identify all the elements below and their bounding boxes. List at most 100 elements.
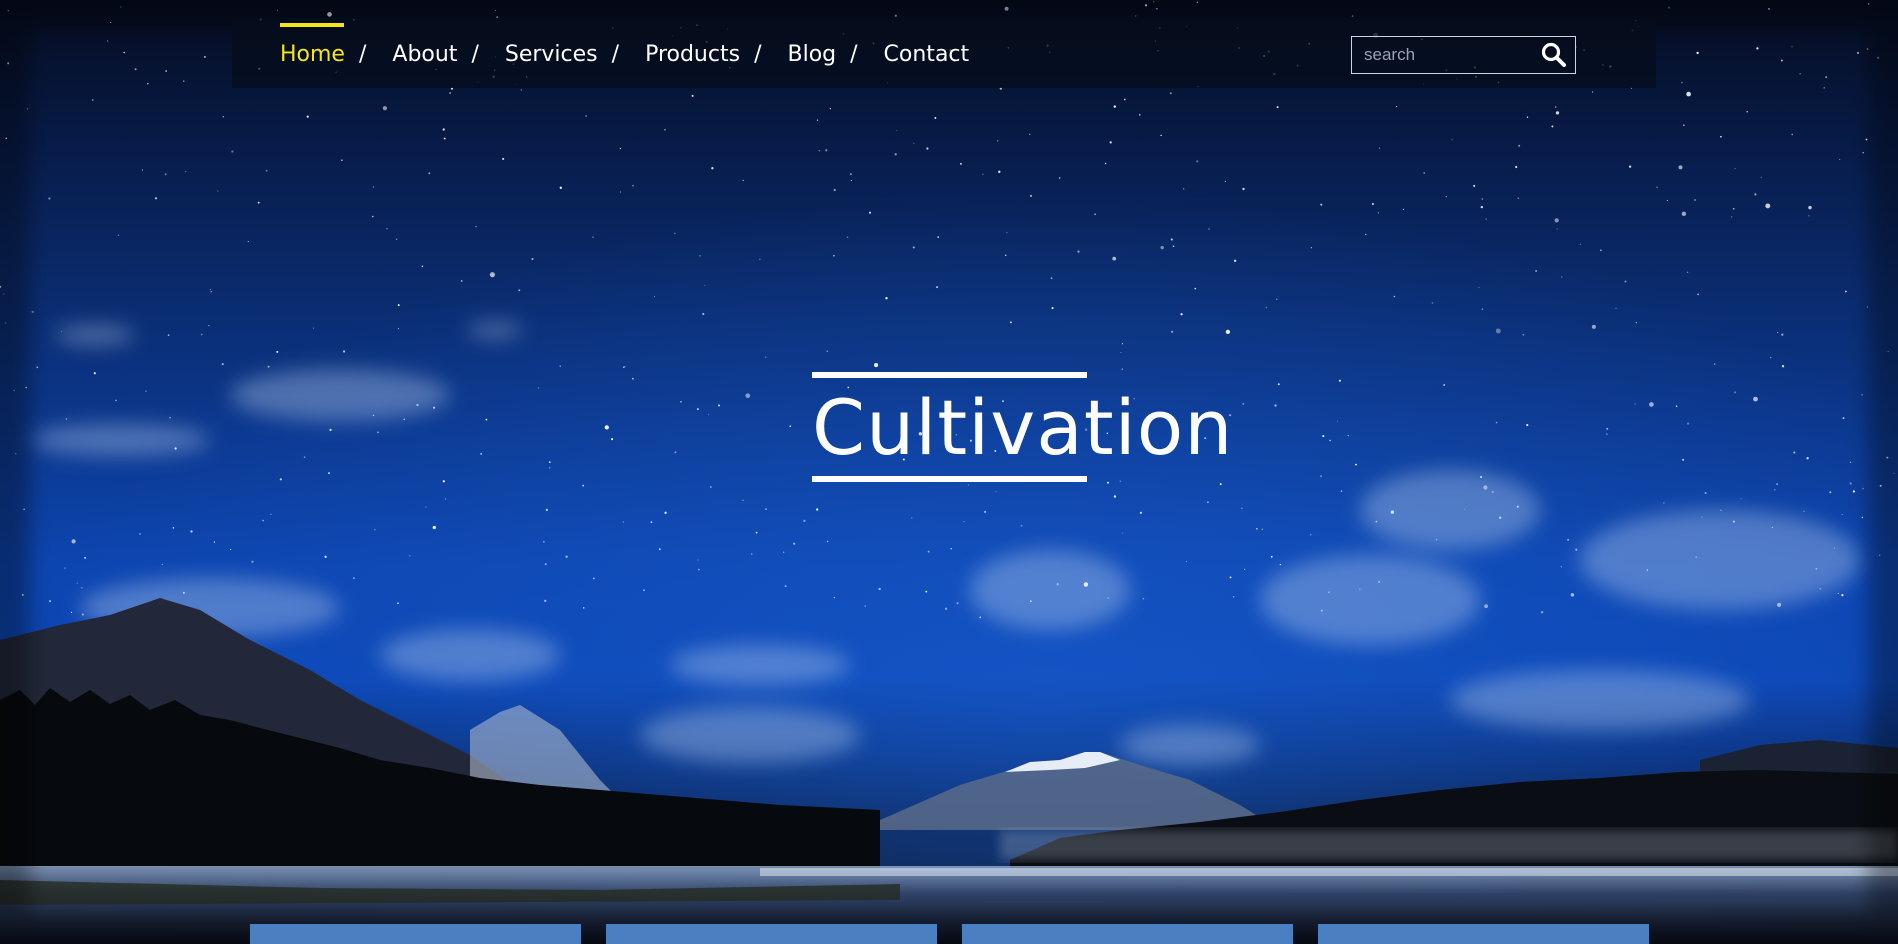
star	[172, 527, 175, 529]
feature-cards	[250, 924, 1649, 944]
star	[428, 172, 431, 175]
nav-item-contact[interactable]: Contact	[884, 42, 970, 67]
star	[167, 334, 170, 336]
star	[742, 499, 744, 501]
star	[1233, 259, 1237, 262]
star	[1704, 492, 1707, 494]
star	[1686, 271, 1689, 274]
star	[84, 557, 86, 559]
feature-card[interactable]	[250, 924, 581, 944]
star	[1606, 427, 1609, 430]
nav-item-services[interactable]: Services	[505, 42, 598, 67]
star	[1774, 489, 1776, 491]
star	[395, 238, 398, 240]
star	[833, 188, 836, 192]
nav-item-products[interactable]: Products	[645, 42, 740, 67]
star	[1694, 199, 1696, 201]
star	[1122, 532, 1124, 534]
star	[1656, 186, 1658, 189]
star	[372, 186, 375, 188]
star	[444, 498, 447, 500]
star	[147, 82, 149, 85]
star	[654, 295, 656, 298]
star	[1713, 363, 1716, 365]
search-button[interactable]	[1539, 41, 1569, 69]
star	[329, 428, 332, 432]
star	[710, 486, 712, 488]
star	[1445, 196, 1447, 198]
star	[1579, 243, 1582, 246]
star	[1029, 133, 1031, 135]
nav-item-about[interactable]: About	[392, 42, 457, 67]
star	[944, 607, 948, 610]
star	[1185, 560, 1188, 563]
star	[864, 605, 866, 607]
star	[896, 130, 898, 131]
star	[1777, 331, 1779, 334]
star	[1256, 527, 1258, 530]
feature-card[interactable]	[962, 924, 1293, 944]
star	[1770, 357, 1772, 359]
star	[518, 289, 521, 292]
star	[742, 179, 744, 182]
star	[1309, 533, 1312, 536]
star	[979, 616, 982, 619]
star	[200, 333, 203, 336]
star	[1274, 404, 1277, 407]
star	[1113, 105, 1117, 108]
star	[117, 234, 120, 236]
search-input[interactable]	[1352, 37, 1544, 73]
star	[312, 327, 315, 329]
star	[751, 553, 753, 555]
hero-section: Cultivation	[812, 372, 1232, 482]
star	[833, 255, 835, 257]
star	[1518, 144, 1521, 147]
star	[1371, 203, 1374, 205]
star	[868, 211, 872, 214]
star	[937, 236, 940, 238]
star	[1172, 245, 1175, 247]
star	[537, 387, 540, 389]
star	[31, 310, 34, 314]
star	[1171, 330, 1174, 333]
star	[1781, 333, 1784, 336]
star	[1555, 111, 1560, 115]
star	[303, 456, 306, 458]
star	[829, 108, 831, 110]
star	[936, 286, 939, 289]
star	[306, 115, 309, 118]
star	[704, 284, 706, 286]
star	[1183, 188, 1185, 190]
feature-card[interactable]	[1318, 924, 1649, 944]
star	[443, 137, 446, 140]
star	[1861, 393, 1863, 396]
star	[826, 540, 829, 543]
star	[1554, 218, 1559, 223]
nav-item-blog[interactable]: Blog	[787, 42, 836, 67]
star	[664, 128, 666, 131]
star	[1515, 165, 1518, 169]
nav-item-label: Contact	[883, 42, 970, 67]
star	[1265, 306, 1268, 309]
nav-item-home[interactable]: Home	[280, 23, 345, 67]
star	[1480, 205, 1483, 209]
star	[997, 140, 999, 142]
star	[1142, 597, 1145, 600]
star	[698, 568, 700, 571]
star	[262, 519, 264, 522]
star	[1451, 139, 1453, 141]
star	[643, 589, 645, 591]
star	[585, 115, 587, 117]
star	[222, 116, 224, 118]
nav-separator: /	[611, 42, 620, 67]
feature-card[interactable]	[606, 924, 937, 944]
star	[1207, 501, 1209, 504]
nav-separator: /	[850, 42, 858, 67]
star	[1170, 238, 1173, 241]
star	[230, 548, 232, 551]
star	[1107, 481, 1109, 484]
hero-divider-top	[812, 372, 1087, 378]
star	[1823, 87, 1825, 89]
star	[1481, 198, 1484, 200]
star	[115, 399, 117, 402]
